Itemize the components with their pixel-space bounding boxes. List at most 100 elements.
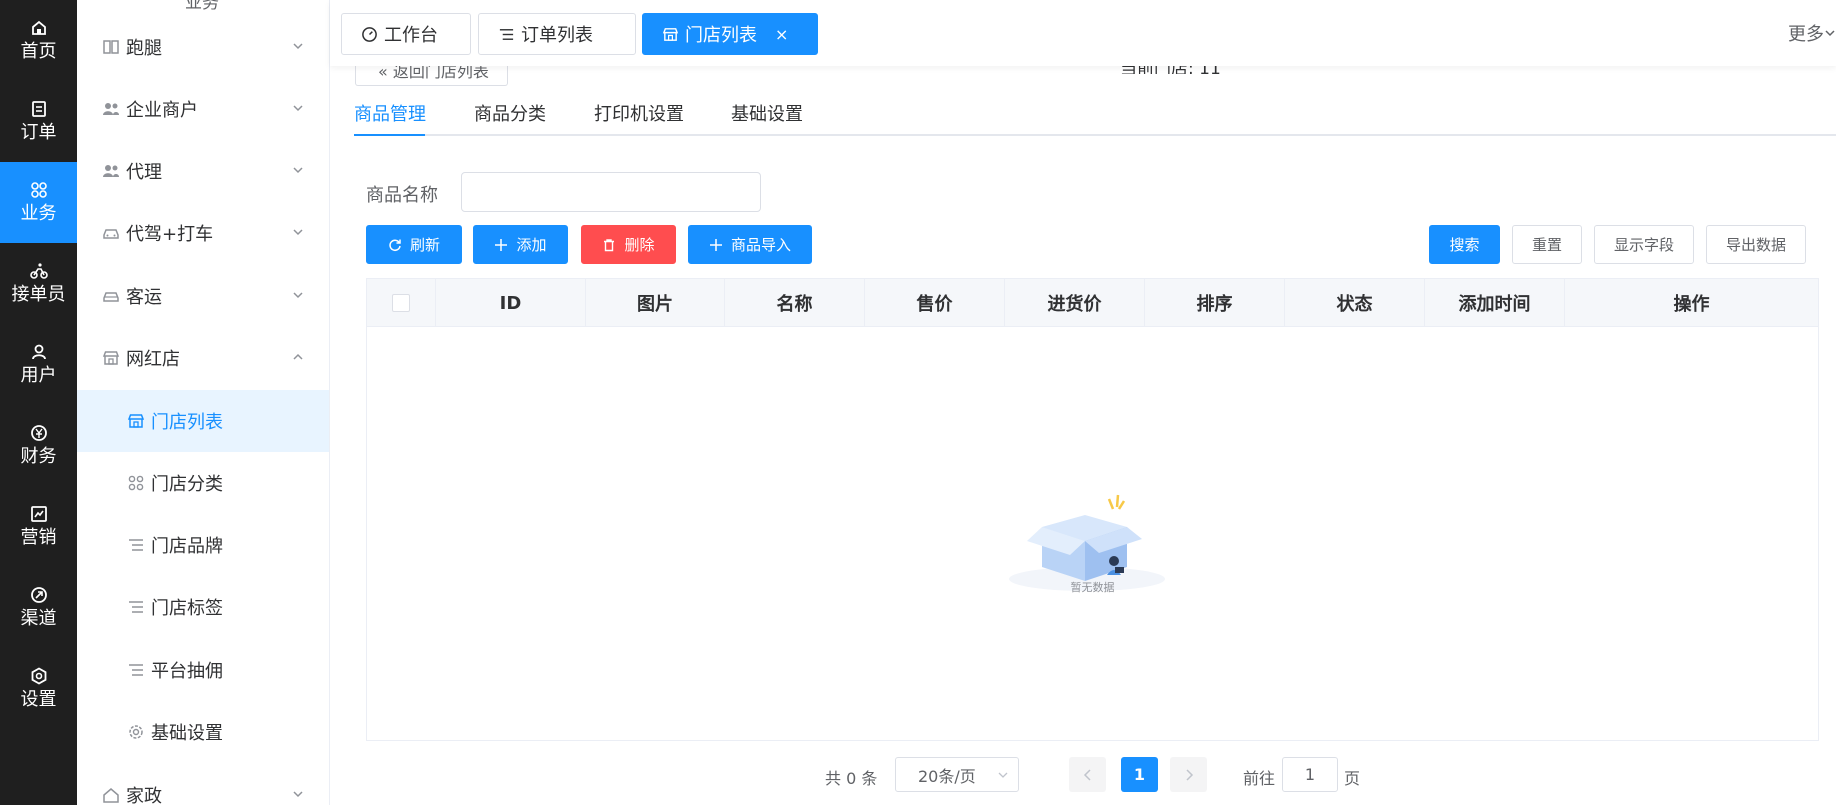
finance-icon <box>29 423 49 443</box>
store-icon <box>102 349 120 367</box>
sidebar-group-car[interactable]: 代驾+打车 <box>77 202 329 264</box>
content-tabs: 商品管理 商品分类 打印机设置 基础设置 <box>354 92 1836 136</box>
rail-item-business[interactable]: 业务 <box>0 162 77 243</box>
grid-icon <box>127 474 145 492</box>
tab-dashboard[interactable]: 工作台 <box>341 13 471 55</box>
chevron-down-icon <box>293 43 303 50</box>
marketing-icon <box>29 504 49 524</box>
add-button[interactable]: 添加 <box>473 225 568 264</box>
rail-item-user[interactable]: 用户 <box>0 324 77 405</box>
gear-icon <box>127 723 145 741</box>
page-suffix-label: 页 <box>1344 769 1361 788</box>
chevron-down-icon <box>293 791 303 798</box>
page-number-current[interactable]: 1 <box>1121 757 1158 792</box>
tab-product-category[interactable]: 商品分类 <box>474 100 546 134</box>
sidebar-item-store-brand[interactable]: 门店品牌 <box>77 514 329 576</box>
chevron-down-icon <box>293 229 303 236</box>
home-service-icon <box>102 786 120 804</box>
product-table: ID 图片 名称 售价 进货价 排序 状态 添加时间 操作 暂无数据 <box>366 278 1819 741</box>
empty-state-text: 暂无数据 <box>1070 581 1115 594</box>
table-header: ID 图片 名称 售价 进货价 排序 状态 添加时间 操作 <box>367 279 1818 327</box>
list-icon <box>497 25 515 43</box>
product-name-label: 商品名称 <box>366 185 438 206</box>
rail-item-settings[interactable]: 设置 <box>0 648 77 729</box>
goto-label: 前往 <box>1243 769 1276 788</box>
delete-button[interactable]: 删除 <box>581 225 676 264</box>
sidebar-group-errand[interactable]: 跑腿 <box>77 16 329 78</box>
sidebar-item-basic-settings[interactable]: 基础设置 <box>77 701 329 763</box>
rider-icon <box>29 261 49 281</box>
refresh-icon <box>388 238 402 252</box>
more-tabs-dropdown[interactable]: 更多 <box>1788 20 1836 46</box>
home-icon <box>29 18 49 38</box>
sidebar-item-platform-commission[interactable]: 平台抽佣 <box>77 639 329 701</box>
list-icon <box>127 661 145 679</box>
product-name-input[interactable] <box>461 172 761 212</box>
chevron-down-icon <box>998 772 1008 778</box>
close-icon[interactable]: × <box>775 25 788 44</box>
store-icon <box>661 25 679 43</box>
chevron-up-icon <box>293 353 303 360</box>
select-all-checkbox[interactable] <box>392 294 410 312</box>
store-icon <box>127 412 145 430</box>
column-header-image[interactable]: 图片 <box>586 279 725 327</box>
sidebar-group-agent[interactable]: 代理 <box>77 140 329 202</box>
sidebar-group-influencer-store[interactable]: 网红店 <box>77 327 329 389</box>
column-header-id[interactable]: ID <box>436 279 586 327</box>
rail-item-finance[interactable]: 财务 <box>0 405 77 486</box>
chevron-right-icon <box>1185 768 1193 781</box>
active-tab-indicator <box>354 134 425 136</box>
business-icon <box>29 180 49 200</box>
prev-page-button[interactable] <box>1069 757 1106 792</box>
next-page-button[interactable] <box>1170 757 1207 792</box>
page-size-select[interactable]: 20条/页 <box>895 757 1019 792</box>
tab-store-list[interactable]: 门店列表 × <box>642 13 818 55</box>
tab-basic-settings[interactable]: 基础设置 <box>731 100 803 134</box>
merchant-icon <box>102 100 120 118</box>
sidebar-group-housekeeping[interactable]: 家政 <box>77 764 329 805</box>
column-header-created-at[interactable]: 添加时间 <box>1425 279 1565 327</box>
chevron-down-icon <box>293 167 303 174</box>
rail-item-home[interactable]: 首页 <box>0 0 77 81</box>
column-header-sort[interactable]: 排序 <box>1145 279 1285 327</box>
top-tab-bar: 工作台 订单列表 门店列表 × 更多 <box>330 0 1836 66</box>
trash-icon <box>602 238 616 252</box>
export-data-button[interactable]: 导出数据 <box>1706 225 1806 264</box>
sidebar-item-store-category[interactable]: 门店分类 <box>77 452 329 514</box>
product-import-button[interactable]: 商品导入 <box>688 225 812 264</box>
tab-product-management[interactable]: 商品管理 <box>354 100 426 134</box>
sidebar-group-bus[interactable]: 客运 <box>77 265 329 327</box>
tab-order-list[interactable]: 订单列表 <box>478 13 636 55</box>
sidebar-group-merchant[interactable]: 企业商户 <box>77 78 329 140</box>
rail-item-order[interactable]: 订单 <box>0 81 77 162</box>
sidebar-header: 业务 <box>185 0 219 13</box>
chevron-left-icon <box>1083 768 1091 781</box>
column-header-status[interactable]: 状态 <box>1285 279 1425 327</box>
agent-icon <box>102 162 120 180</box>
column-header-name[interactable]: 名称 <box>725 279 865 327</box>
secondary-sidebar: 业务 跑腿 企业商户 代理 代驾+打车 客运 网红店 门店列表 门店分类 门店品… <box>77 0 330 805</box>
column-header-cost[interactable]: 进货价 <box>1005 279 1145 327</box>
goto-page-input[interactable] <box>1282 757 1338 792</box>
list-icon <box>127 536 145 554</box>
errand-icon <box>102 38 120 56</box>
plus-icon <box>494 238 508 252</box>
rail-item-marketing[interactable]: 营销 <box>0 486 77 567</box>
dashboard-icon <box>360 25 378 43</box>
select-all-cell <box>367 279 436 327</box>
pagination-total: 共 0 条 <box>825 769 878 788</box>
tab-printer-settings[interactable]: 打印机设置 <box>594 100 684 134</box>
rail-item-channel[interactable]: 渠道 <box>0 567 77 648</box>
sidebar-item-store-list[interactable]: 门店列表 <box>77 390 329 452</box>
refresh-button[interactable]: 刷新 <box>366 225 462 264</box>
rail-item-rider[interactable]: 接单员 <box>0 243 77 324</box>
search-button[interactable]: 搜索 <box>1429 225 1500 264</box>
sidebar-item-store-tag[interactable]: 门店标签 <box>77 576 329 638</box>
order-icon <box>29 99 49 119</box>
car-icon <box>102 224 120 242</box>
display-fields-button[interactable]: 显示字段 <box>1594 225 1694 264</box>
reset-button[interactable]: 重置 <box>1512 225 1582 264</box>
settings-icon <box>29 666 49 686</box>
plus-icon <box>709 238 723 252</box>
column-header-price[interactable]: 售价 <box>865 279 1005 327</box>
